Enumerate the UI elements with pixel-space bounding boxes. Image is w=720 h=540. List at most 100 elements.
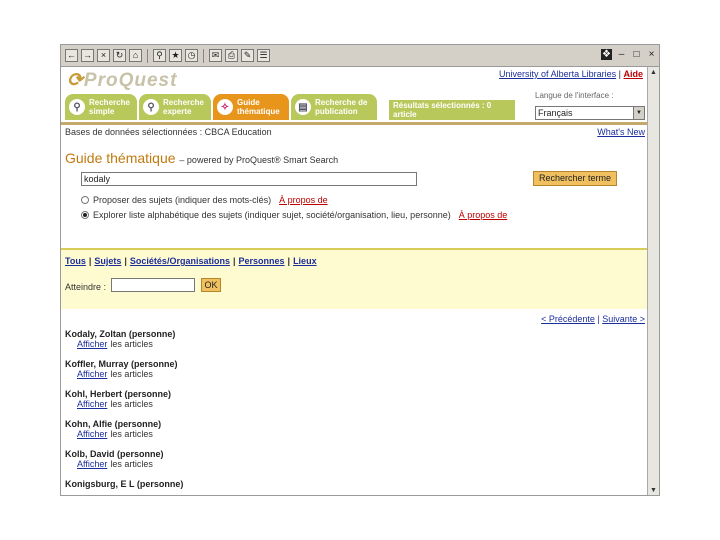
show-articles-link[interactable]: Afficher	[77, 339, 107, 349]
filter-separator: |	[124, 256, 127, 266]
search-term-button[interactable]: Rechercher terme	[533, 171, 617, 186]
favorites-icon[interactable]: ★	[169, 49, 182, 62]
close-icon[interactable]: ×	[646, 49, 657, 60]
show-articles-link[interactable]: Afficher	[77, 459, 107, 469]
window-controls: ❖ – □ ×	[601, 49, 657, 60]
pagination: < Précédente | Suivante >	[541, 314, 645, 324]
list-item: Kolb, David (personne) Afficher les artic…	[65, 449, 625, 479]
result-name[interactable]: Kohn, Alfie (personne)	[65, 419, 625, 429]
forward-arrow-icon[interactable]: →	[81, 49, 94, 62]
scroll-down-icon[interactable]: ▼	[649, 486, 658, 495]
language-select[interactable]: Français ▼	[535, 106, 645, 120]
tab-recherche-simple[interactable]: ⚲ Recherche simple	[65, 94, 137, 120]
result-name[interactable]: Kodaly, Zoltan (personne)	[65, 329, 625, 339]
filter-separator: |	[88, 256, 92, 266]
magnifier-plus-icon: ⚲	[143, 99, 159, 115]
page-subtitle: – powered by ProQuest® Smart Search	[179, 155, 339, 165]
language-value: Français	[538, 108, 573, 118]
show-articles-link[interactable]: Afficher	[77, 429, 107, 439]
list-item: Kodaly, Zoltan (personne) Afficher les ar…	[65, 329, 625, 359]
option-label: Proposer des sujets (indiquer des mots-c…	[93, 195, 272, 205]
option-suggest-topics[interactable]: Proposer des sujets (indiquer des mots-c…	[81, 195, 328, 205]
maximize-icon[interactable]: □	[631, 49, 642, 60]
browser-window: ← → × ↻ ⌂ ⚲ ★ ◷ ✉ ⎙ ✎ ☰ ❖ – □ × ⟳ProQues…	[60, 44, 660, 496]
filter-tous[interactable]: Tous	[65, 256, 86, 266]
result-rest: les articles	[110, 339, 153, 349]
stop-icon[interactable]: ×	[97, 49, 110, 62]
tab-recherche-publication[interactable]: ▤ Recherche de publication	[291, 94, 377, 120]
aide-link[interactable]: Aide	[623, 69, 643, 79]
selected-results-link[interactable]: Résultats sélectionnés : 0 article	[389, 100, 515, 120]
result-actions: Afficher les articles	[77, 369, 625, 379]
history-icon[interactable]: ◷	[185, 49, 198, 62]
proquest-logo[interactable]: ⟳ProQuest	[67, 69, 177, 92]
next-link[interactable]: Suivante >	[602, 314, 645, 324]
about-link[interactable]: À propos de	[279, 195, 328, 205]
top-links: University of Alberta Libraries | Aide	[499, 69, 643, 79]
browser-toolbar: ← → × ↻ ⌂ ⚲ ★ ◷ ✉ ⎙ ✎ ☰ ❖ – □ ×	[61, 45, 659, 67]
filter-societes[interactable]: Sociétés/Organisations	[130, 256, 230, 266]
home-icon[interactable]: ⌂	[129, 49, 142, 62]
language-label: Langue de l'interface :	[535, 91, 614, 100]
filter-lieux[interactable]: Lieux	[293, 256, 317, 266]
compass-icon: ✧	[217, 99, 233, 115]
header-divider	[61, 122, 649, 125]
tab-guide-thematique[interactable]: ✧ Guide thématique	[213, 94, 289, 120]
tab-label: Recherche simple	[89, 98, 130, 116]
tab-label: Recherche experte	[163, 98, 204, 116]
ok-button[interactable]: OK	[201, 278, 221, 292]
about-link[interactable]: À propos de	[459, 210, 508, 220]
goto-label: Atteindre :	[65, 282, 107, 292]
page-content: ⟳ProQuest University of Alberta Librarie…	[61, 67, 649, 495]
result-name[interactable]: Kohl, Herbert (personne)	[65, 389, 625, 399]
print-icon[interactable]: ⎙	[225, 49, 238, 62]
result-name[interactable]: Kolb, David (personne)	[65, 449, 625, 459]
filter-separator: |	[232, 256, 236, 266]
option-browse-alphabetical[interactable]: Explorer liste alphabétique des sujets (…	[81, 210, 507, 220]
result-actions: Afficher les articles	[77, 429, 625, 439]
radio-button[interactable]	[81, 196, 89, 204]
result-name[interactable]: Koffler, Murray (personne)	[65, 359, 625, 369]
result-actions: Afficher les articles	[77, 339, 625, 349]
edit-icon[interactable]: ✎	[241, 49, 254, 62]
show-articles-link[interactable]: Afficher	[77, 369, 107, 379]
filter-personnes[interactable]: Personnes	[239, 256, 285, 266]
result-rest: les articles	[110, 459, 153, 469]
previous-link[interactable]: < Précédente	[541, 314, 595, 324]
book-icon: ▤	[295, 99, 311, 115]
result-actions: Afficher les articles	[77, 459, 625, 469]
minimize-icon[interactable]: –	[616, 49, 627, 60]
result-name[interactable]: Konigsburg, E L (personne)	[65, 479, 625, 489]
toolbar-divider	[147, 48, 148, 63]
list-item: Koffler, Murray (personne) Afficher les a…	[65, 359, 625, 389]
university-link[interactable]: University of Alberta Libraries	[499, 69, 616, 79]
toolbar-divider	[203, 48, 204, 63]
result-actions: Afficher les articles	[77, 399, 625, 409]
show-articles-link[interactable]: Afficher	[77, 399, 107, 409]
tab-label: Guide thématique	[237, 98, 280, 116]
scroll-up-icon[interactable]: ▲	[649, 68, 658, 78]
search-tabs: ⚲ Recherche simple ⚲ Recherche experte ✧…	[65, 94, 377, 120]
page-title: Guide thématique – powered by ProQuest® …	[65, 150, 338, 166]
radio-button-selected[interactable]	[81, 211, 89, 219]
result-rest: les articles	[110, 429, 153, 439]
back-arrow-icon[interactable]: ←	[65, 49, 78, 62]
selected-databases: Bases de données sélectionnées : CBCA Ed…	[65, 127, 272, 137]
vertical-scrollbar[interactable]: ▲ ▼	[647, 67, 659, 495]
discuss-icon[interactable]: ☰	[257, 49, 270, 62]
windows-logo-icon: ❖	[601, 49, 612, 60]
tab-recherche-experte[interactable]: ⚲ Recherche experte	[139, 94, 211, 120]
goto-input[interactable]	[111, 278, 195, 292]
chevron-down-icon[interactable]: ▼	[633, 107, 644, 119]
page-title-text: Guide thématique	[65, 150, 176, 166]
search-icon[interactable]: ⚲	[153, 49, 166, 62]
mail-icon[interactable]: ✉	[209, 49, 222, 62]
list-item: Kohl, Herbert (personne) Afficher les art…	[65, 389, 625, 419]
refresh-icon[interactable]: ↻	[113, 49, 126, 62]
tab-label: Recherche de publication	[315, 98, 368, 116]
option-label: Explorer liste alphabétique des sujets (…	[93, 210, 451, 220]
search-input[interactable]: kodaly	[81, 172, 417, 186]
filter-sujets[interactable]: Sujets	[94, 256, 121, 266]
list-item: Konigsburg, E L (personne)	[65, 479, 625, 495]
whats-new-link[interactable]: What's New	[597, 127, 645, 137]
